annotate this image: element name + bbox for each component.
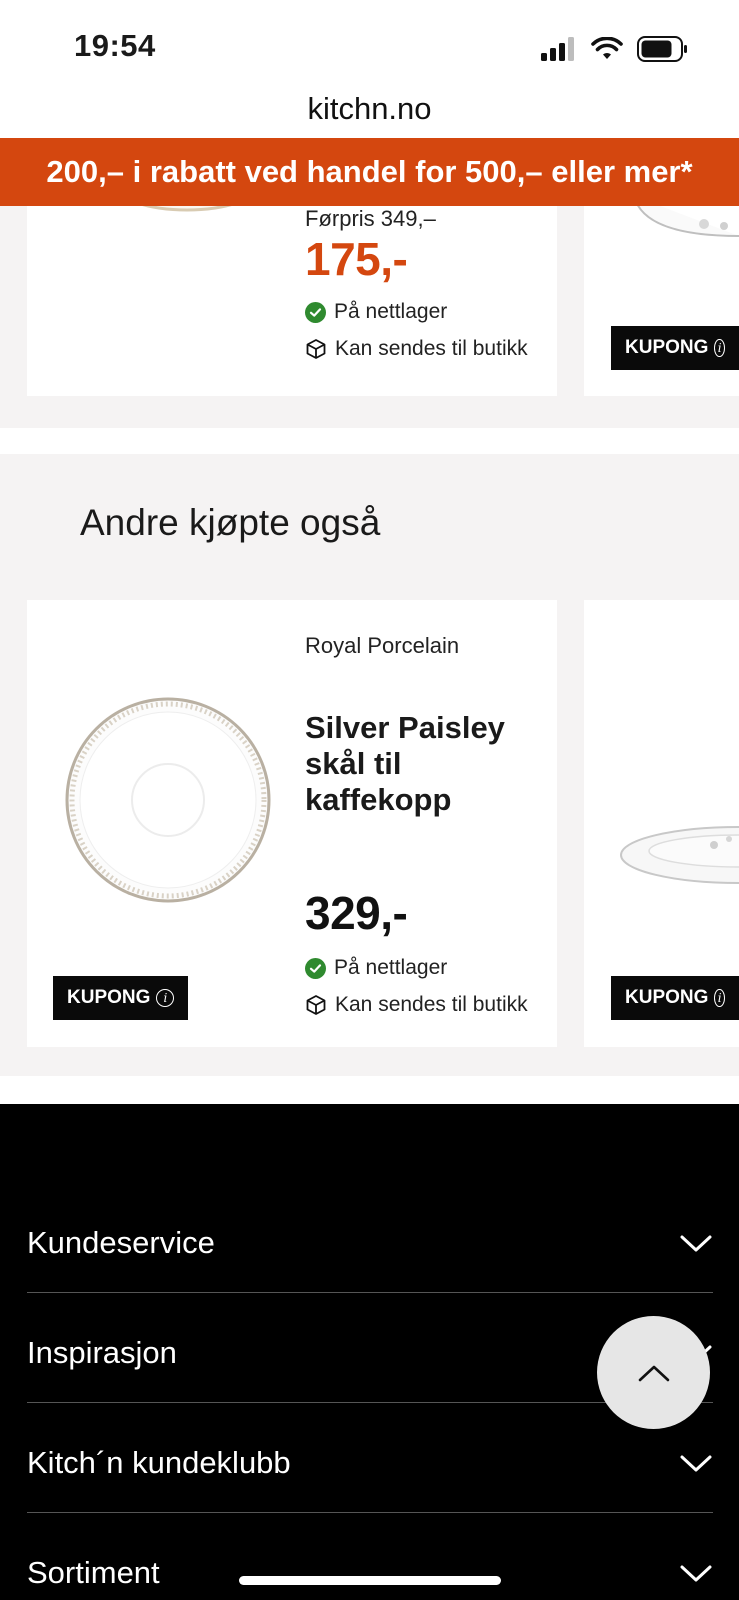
coupon-badge[interactable]: KUPONG i <box>611 326 739 370</box>
product-card[interactable]: KUPONG i 329,- På nettlager Kan sendes t… <box>27 600 557 1047</box>
shipping-label: Kan sendes til butikk <box>335 993 528 1016</box>
url-bar[interactable]: kitchn.no <box>0 80 739 138</box>
info-icon: i <box>156 989 175 1007</box>
chevron-down-icon <box>680 1235 712 1252</box>
shipping-label: Kan sendes til butikk <box>335 337 528 360</box>
footer-item-kundeservice[interactable]: Kundeservice <box>27 1188 713 1298</box>
shipping-status: Kan sendes til butikk <box>305 993 528 1017</box>
footer-item-label: Kundeservice <box>27 1225 215 1260</box>
stock-status: På nettlager <box>305 956 447 980</box>
footer-divider <box>27 1512 713 1513</box>
top-product-section: Førpris 349,– 175,- På nettlager Kan sen… <box>0 186 739 428</box>
battery-icon <box>637 36 687 62</box>
coupon-badge[interactable]: KUPONG i <box>611 976 739 1020</box>
stock-label: På nettlager <box>334 300 448 323</box>
check-icon <box>305 301 326 323</box>
status-bar: 19:54 <box>0 0 739 80</box>
chevron-down-icon <box>680 1455 712 1472</box>
coupon-label: KUPONG <box>67 987 151 1008</box>
home-indicator <box>239 1576 501 1585</box>
box-icon <box>306 339 326 359</box>
footer-item-sortiment[interactable]: Sortiment <box>27 1518 713 1600</box>
product-brand: Royal Porcelain <box>305 633 460 658</box>
product-image <box>65 697 271 903</box>
coupon-label: KUPONG <box>625 987 709 1008</box>
product-card-next[interactable]: KUPONG i <box>584 600 739 1047</box>
scroll-to-top-button[interactable] <box>597 1316 710 1429</box>
footer-divider <box>27 1292 713 1293</box>
promo-text: 200,– i rabatt ved handel for 500,– elle… <box>46 154 693 189</box>
box-icon <box>306 995 326 1015</box>
chevron-down-icon <box>680 1565 712 1582</box>
url-domain: kitchn.no <box>307 91 432 126</box>
product-name[interactable]: Silver Paisley skål til kaffekopp <box>305 710 535 818</box>
info-icon: i <box>714 989 725 1007</box>
sale-price: 175,- <box>305 233 408 285</box>
info-icon: i <box>714 339 725 357</box>
footer-item-label: Inspirasjon <box>27 1335 177 1370</box>
coupon-badge[interactable]: KUPONG i <box>53 976 189 1020</box>
wifi-icon <box>591 37 623 59</box>
price: 329,- <box>305 887 408 939</box>
chevron-up-icon <box>638 1365 669 1381</box>
old-price: Førpris 349,– <box>305 206 436 231</box>
status-time: 19:54 <box>74 28 156 63</box>
footer-item-label: Kitch´n kundeklubb <box>27 1445 291 1480</box>
signal-icon <box>541 37 574 61</box>
footer-item-label: Sortiment <box>27 1555 160 1590</box>
promo-banner[interactable]: 200,– i rabatt ved handel for 500,– elle… <box>0 138 739 206</box>
footer-item-kundeklubb[interactable]: Kitch´n kundeklubb <box>27 1408 713 1518</box>
section-title: Andre kjøpte også <box>80 502 381 543</box>
stock-status: På nettlager <box>305 300 447 324</box>
coupon-label: KUPONG <box>625 337 709 358</box>
shipping-status: Kan sendes til butikk <box>305 337 528 361</box>
product-card[interactable]: Førpris 349,– 175,- På nettlager Kan sen… <box>27 186 557 396</box>
check-icon <box>305 957 326 979</box>
status-icons <box>541 34 689 64</box>
stock-label: På nettlager <box>334 956 448 979</box>
product-image <box>620 826 739 884</box>
